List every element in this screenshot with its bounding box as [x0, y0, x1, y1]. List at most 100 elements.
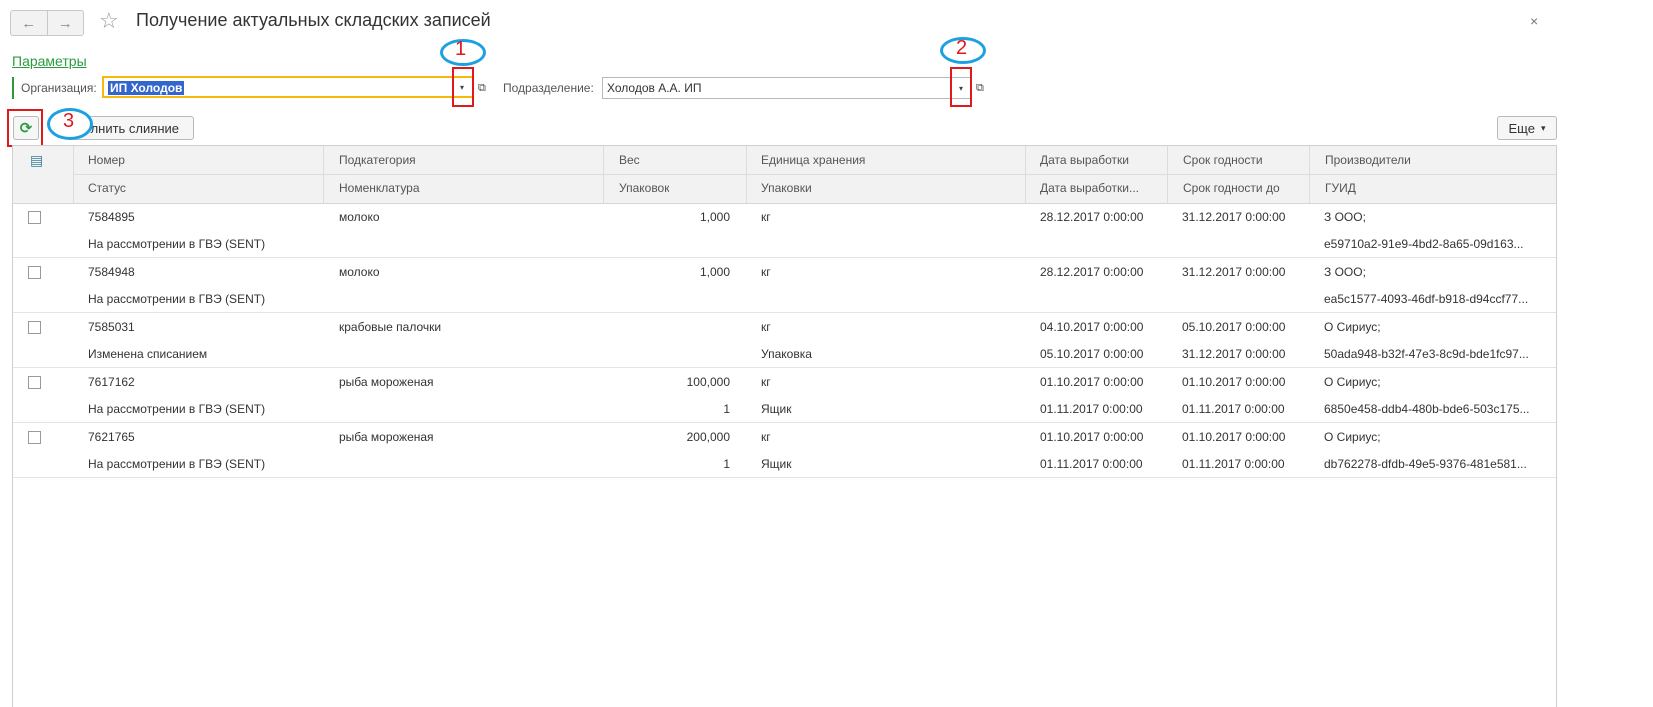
header-guid[interactable]: ГУИД	[1325, 181, 1356, 195]
callout-box-3	[7, 109, 43, 147]
cell-storage-unit: кг	[761, 430, 771, 444]
cell-status: На рассмотрении в ГВЭ (SENT)	[88, 292, 266, 306]
cell-packages-count: 1	[723, 457, 730, 471]
group-marker	[12, 77, 14, 99]
forward-arrow-icon[interactable]: →	[46, 11, 84, 35]
header-number[interactable]: Номер	[88, 153, 125, 167]
cell-subcategory: крабовые палочки	[339, 320, 442, 334]
header-production-date[interactable]: Дата выработки	[1040, 153, 1129, 167]
cell-production-date-2: 01.11.2017 0:00:00	[1040, 457, 1143, 471]
cell-status: На рассмотрении в ГВЭ (SENT)	[88, 237, 266, 251]
callout-number-3: 3	[63, 110, 75, 132]
parameters-link[interactable]: Параметры	[12, 53, 87, 69]
cell-producer: О Сириус;	[1324, 375, 1381, 389]
page-title: Получение актуальных складских записей	[136, 10, 491, 30]
cell-producer: З ООО;	[1324, 265, 1366, 279]
department-label: Подразделение:	[503, 81, 594, 95]
header-production-date-2[interactable]: Дата выработки...	[1040, 181, 1160, 195]
cell-packaging: Упаковка	[761, 347, 812, 361]
cell-storage-unit: кг	[761, 320, 771, 334]
cell-guid: e59710a2-91e9-4bd2-8a65-09d163...	[1324, 237, 1524, 251]
cell-weight: 1,000	[699, 210, 730, 224]
more-button-label: Еще	[1508, 120, 1535, 136]
table-row[interactable]: 7584948 молоко 1,000 кг 28.12.2017 0:00:…	[13, 258, 1556, 313]
cell-guid: ea5c1577-4093-46df-b918-d94ccf77...	[1324, 292, 1529, 306]
header-subcategory[interactable]: Подкатегория	[339, 153, 416, 167]
table-row[interactable]: 7621765 рыба мороженая 200,000 кг 01.10.…	[13, 423, 1556, 478]
cell-guid: db762278-dfdb-49e5-9376-481e581...	[1324, 457, 1527, 471]
organization-label: Организация:	[21, 81, 97, 95]
header-expiry-until[interactable]: Срок годности до	[1183, 181, 1280, 195]
department-open-icon[interactable]: ⧉	[976, 82, 984, 95]
organization-value: ИП Холодов	[108, 81, 185, 95]
callout-number-2: 2	[956, 37, 968, 59]
cell-expiry-until: 31.12.2017 0:00:00	[1182, 347, 1286, 361]
cell-status: На рассмотрении в ГВЭ (SENT)	[88, 457, 266, 471]
cell-packaging: Ящик	[761, 457, 792, 471]
cell-status: Изменена списанием	[88, 347, 208, 361]
cell-expiry: 31.12.2017 0:00:00	[1182, 210, 1286, 224]
organization-field[interactable]: ИП Холодов ▾	[102, 76, 474, 98]
cell-expiry-until: 01.11.2017 0:00:00	[1182, 402, 1285, 416]
header-packages-count[interactable]: Упаковок	[619, 181, 669, 195]
close-icon[interactable]: ×	[1530, 13, 1538, 29]
cell-expiry: 05.10.2017 0:00:00	[1182, 320, 1286, 334]
header-expiry[interactable]: Срок годности	[1183, 153, 1263, 167]
cell-subcategory: рыба мороженая	[339, 430, 434, 444]
more-chevron-icon: ▾	[1540, 122, 1546, 133]
callout-number-1: 1	[455, 38, 467, 60]
cell-weight: 100,000	[686, 375, 730, 389]
cell-production-date: 01.10.2017 0:00:00	[1040, 375, 1144, 389]
header-storage-unit[interactable]: Единица хранения	[761, 153, 865, 167]
table-row[interactable]: 7584895 молоко 1,000 кг 28.12.2017 0:00:…	[13, 203, 1556, 258]
favorite-star-icon[interactable]: ☆	[99, 8, 119, 34]
header-nomenclature[interactable]: Номенклатура	[339, 181, 420, 195]
cell-packaging: Ящик	[761, 402, 792, 416]
header-status[interactable]: Статус	[88, 181, 126, 195]
cell-production-date: 28.12.2017 0:00:00	[1040, 210, 1144, 224]
table-settings-icon[interactable]: ▤	[30, 152, 43, 169]
cell-producer: З ООО;	[1324, 210, 1366, 224]
cell-subcategory: молоко	[339, 265, 380, 279]
cell-weight: 200,000	[686, 430, 730, 444]
cell-production-date: 04.10.2017 0:00:00	[1040, 320, 1144, 334]
cell-production-date: 01.10.2017 0:00:00	[1040, 430, 1144, 444]
callout-box-2	[950, 67, 972, 107]
more-button[interactable]: Еще ▾	[1497, 116, 1557, 140]
organization-open-icon[interactable]: ⧉	[478, 82, 486, 95]
header-weight[interactable]: Вес	[619, 153, 640, 167]
cell-storage-unit: кг	[761, 265, 771, 279]
cell-guid: 50ada948-b32f-47e3-8c9d-bde1fc97...	[1324, 347, 1529, 361]
cell-number: 7621765	[88, 430, 135, 444]
cell-packages-count: 1	[723, 402, 730, 416]
table-header: ▤ Номер Подкатегория Вес Единица хранени…	[13, 146, 1556, 204]
header-producers[interactable]: Производители	[1325, 153, 1411, 167]
cell-production-date-2: 01.11.2017 0:00:00	[1040, 402, 1143, 416]
cell-expiry-until: 01.11.2017 0:00:00	[1182, 457, 1285, 471]
cell-expiry: 31.12.2017 0:00:00	[1182, 265, 1286, 279]
cell-expiry: 01.10.2017 0:00:00	[1182, 430, 1286, 444]
table-row[interactable]: 7585031 крабовые палочки кг 04.10.2017 0…	[13, 313, 1556, 368]
cell-status: На рассмотрении в ГВЭ (SENT)	[88, 402, 266, 416]
row-checkbox[interactable]	[28, 376, 41, 389]
table-row[interactable]: 7617162 рыба мороженая 100,000 кг 01.10.…	[13, 368, 1556, 423]
cell-subcategory: молоко	[339, 210, 380, 224]
cell-producer: О Сириус;	[1324, 320, 1381, 334]
cell-storage-unit: кг	[761, 375, 771, 389]
row-checkbox[interactable]	[28, 266, 41, 279]
row-checkbox[interactable]	[28, 211, 41, 224]
callout-box-1	[452, 67, 474, 107]
cell-subcategory: рыба мороженая	[339, 375, 434, 389]
cell-guid: 6850e458-ddb4-480b-bde6-503c175...	[1324, 402, 1530, 416]
cell-production-date-2: 05.10.2017 0:00:00	[1040, 347, 1144, 361]
row-checkbox[interactable]	[28, 321, 41, 334]
cell-weight: 1,000	[699, 265, 730, 279]
back-arrow-icon[interactable]: ←	[11, 11, 47, 35]
row-checkbox[interactable]	[28, 431, 41, 444]
cell-number: 7584895	[88, 210, 135, 224]
cell-storage-unit: кг	[761, 210, 771, 224]
cell-number: 7585031	[88, 320, 135, 334]
department-value: Холодов А.А. ИП	[607, 81, 702, 95]
header-packaging[interactable]: Упаковки	[761, 181, 812, 195]
department-field[interactable]: Холодов А.А. ИП ▾	[602, 77, 972, 99]
